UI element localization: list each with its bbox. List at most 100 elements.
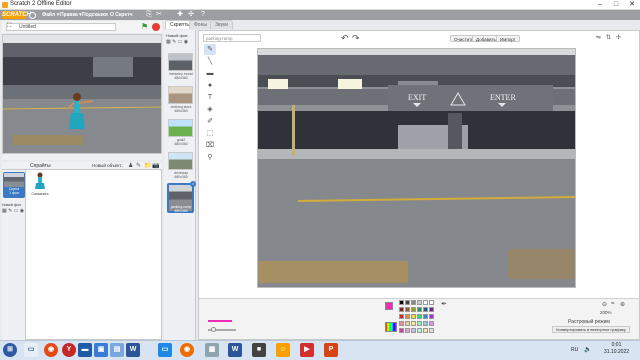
upload-sprite-icon[interactable]: 📁 — [144, 162, 151, 169]
convert-to-vector-button[interactable]: Конвертировать в векторное графику — [552, 326, 630, 333]
taskbar-window-icon[interactable]: ▬ — [78, 343, 92, 357]
language-globe-icon[interactable] — [29, 12, 36, 19]
stage[interactable] — [2, 34, 162, 154]
zoom-in-icon[interactable]: ⊕ — [620, 301, 625, 308]
zoom-reset-icon[interactable]: = — [611, 301, 615, 307]
stage-thumbnail[interactable]: Сцена 1 фон — [3, 172, 25, 198]
maximize-button[interactable]: □ — [608, 0, 624, 10]
magic-wand-icon[interactable]: ⌧ — [204, 140, 216, 151]
cut-icon[interactable]: ✂ — [155, 11, 163, 19]
tab-sounds[interactable]: Звуки — [210, 20, 234, 29]
text-tool-icon[interactable]: T — [204, 92, 216, 103]
eyedropper-icon[interactable]: ✒ — [441, 300, 447, 308]
bitmap-mode-label: Растровый режим — [568, 319, 610, 325]
color-palette[interactable] — [399, 300, 439, 334]
line-tool-icon[interactable]: ╲ — [204, 56, 216, 67]
undo-icon[interactable]: ↶ — [341, 33, 349, 44]
language-indicator[interactable]: RU — [571, 347, 578, 353]
backdrop-tools-icon[interactable]: ▦ ✎ ▭ ◉ — [2, 208, 24, 214]
new-backdrop-header: Новый фон: — [166, 33, 189, 38]
green-flag-icon[interactable]: ⚑ — [141, 22, 148, 31]
start-button-icon[interactable]: ⊞ — [3, 343, 17, 357]
flip-horizontal-icon[interactable]: ⇋ — [596, 34, 601, 41]
sprites-pane — [2, 162, 162, 340]
word-icon-2[interactable]: W — [228, 343, 242, 357]
menu-edit[interactable]: Правка ▾ — [60, 12, 82, 18]
taskbar-folder-icon[interactable]: ▣ — [94, 343, 108, 357]
delete-backdrop-icon[interactable]: × — [190, 181, 196, 187]
backdrop-thumb-3[interactable] — [168, 119, 193, 137]
current-color-swatch[interactable] — [385, 302, 393, 310]
fill-tool-icon[interactable]: ◈ — [204, 104, 216, 115]
redo-icon[interactable]: ↷ — [352, 33, 360, 44]
window-controls: – □ ✕ — [592, 0, 640, 10]
backdrop-thumb-3-label: goal2 480x360 — [174, 138, 188, 146]
taskbar-video-icon[interactable]: ▶ — [300, 343, 314, 357]
duplicate-icon[interactable]: ⎘ — [145, 11, 153, 19]
presentation-mode-icon[interactable]: ⛶ — [7, 23, 11, 30]
sprite-thumbnail-label: Cassandra — [31, 192, 49, 196]
scratch-logo[interactable]: SCRATCH — [2, 11, 31, 19]
backdrop-thumb-4-label: driveway 480x360 — [174, 171, 188, 179]
paint-canvas[interactable]: EXIT ENTER — [257, 48, 576, 288]
menu-about[interactable]: О Скретч — [110, 12, 133, 18]
brush-size-handle[interactable] — [211, 327, 216, 332]
powerpoint-icon[interactable]: P — [324, 343, 338, 357]
sprite-thumbnail-cassandra[interactable]: Cassandra — [30, 172, 50, 196]
explorer-icon[interactable]: ▭ — [24, 343, 38, 357]
import-button[interactable]: Импорт — [496, 35, 520, 42]
new-sprite-label: Новый объект: — [92, 163, 123, 168]
brush-tool-icon[interactable]: ✎ — [204, 44, 216, 55]
backdrop-thumb-2-label: clothing store 480x360 — [170, 105, 192, 113]
taskbar-app-icon[interactable]: ▦ — [205, 343, 219, 357]
window-title: Scratch 2 Offline Editor — [10, 1, 72, 7]
camera-sprite-icon[interactable]: 📷 — [152, 162, 159, 169]
stamp-tool-icon[interactable]: ⚲ — [204, 152, 216, 163]
menu-file[interactable]: Файл ▾ — [42, 12, 59, 18]
backdrop-thumb-1-label: berkeley mural 480x360 — [169, 72, 193, 80]
clock[interactable]: 0:01 31.10.2022 — [604, 342, 629, 356]
app-icon — [2, 2, 8, 8]
color-gradient-toggle[interactable] — [385, 322, 397, 332]
chrome-icon-2[interactable]: ◉ — [180, 343, 194, 357]
stop-icon[interactable] — [152, 23, 160, 31]
word-icon[interactable]: W — [126, 343, 140, 357]
rectangle-tool-icon[interactable]: ▬ — [204, 68, 216, 79]
volume-icon[interactable]: 🔈 — [584, 346, 591, 353]
backdrop-add-icons[interactable]: ▦ ✎ ▭ ◉ — [166, 39, 188, 45]
menu-tips[interactable]: Подсказки — [82, 12, 108, 18]
eraser-tool-icon[interactable]: ✐ — [204, 116, 216, 127]
help-icon[interactable]: ? — [199, 11, 207, 19]
taskbar-screen-icon[interactable]: ▤ — [110, 343, 124, 357]
flip-vertical-icon[interactable]: ⇅ — [606, 34, 611, 41]
sprite-thumbnail-image — [35, 172, 45, 189]
project-name-input[interactable]: Untitled — [6, 23, 116, 31]
stage-thumbnail-image — [4, 173, 24, 187]
backdrop-thumb-2[interactable] — [168, 86, 193, 104]
paint-new-sprite-icon[interactable]: ✎ — [136, 162, 141, 169]
scratch-taskbar-icon[interactable]: ☺ — [276, 343, 290, 357]
zoom-out-icon[interactable]: ⊖ — [602, 301, 607, 308]
clock-time: 0:01 — [611, 342, 622, 348]
minimize-button[interactable]: – — [592, 0, 608, 10]
sprite-cassandra[interactable] — [65, 91, 95, 135]
ellipse-tool-icon[interactable]: ● — [204, 80, 216, 91]
set-center-icon[interactable]: ✢ — [616, 34, 621, 41]
tab-backdrops[interactable]: Фоны — [189, 20, 212, 29]
backdrop-thumb-1[interactable] — [168, 53, 193, 71]
taskbar-window-icon-2[interactable]: ▭ — [158, 343, 172, 357]
stage-size-bar — [2, 154, 162, 160]
select-tool-icon[interactable]: ⬚ — [204, 128, 216, 139]
yandex-icon[interactable]: Y — [62, 343, 76, 357]
brush-size-preview — [208, 320, 232, 322]
chrome-icon[interactable]: ◉ — [44, 343, 58, 357]
close-button[interactable]: ✕ — [624, 0, 640, 10]
costume-name-input[interactable]: parking-ramp — [203, 34, 261, 42]
grow-icon[interactable]: ✚ — [176, 11, 184, 19]
zoom-level: 200% — [600, 310, 612, 315]
shrink-icon[interactable]: ✣ — [187, 11, 195, 19]
backdrop-thumb-4[interactable] — [168, 152, 193, 170]
sprites-header: Спрайты Новый объект: ♟ ✎ 📁 📷 — [2, 162, 162, 170]
taskbar-media-icon[interactable]: ■ — [252, 343, 266, 357]
sprite-library-icon[interactable]: ♟ — [128, 162, 133, 169]
